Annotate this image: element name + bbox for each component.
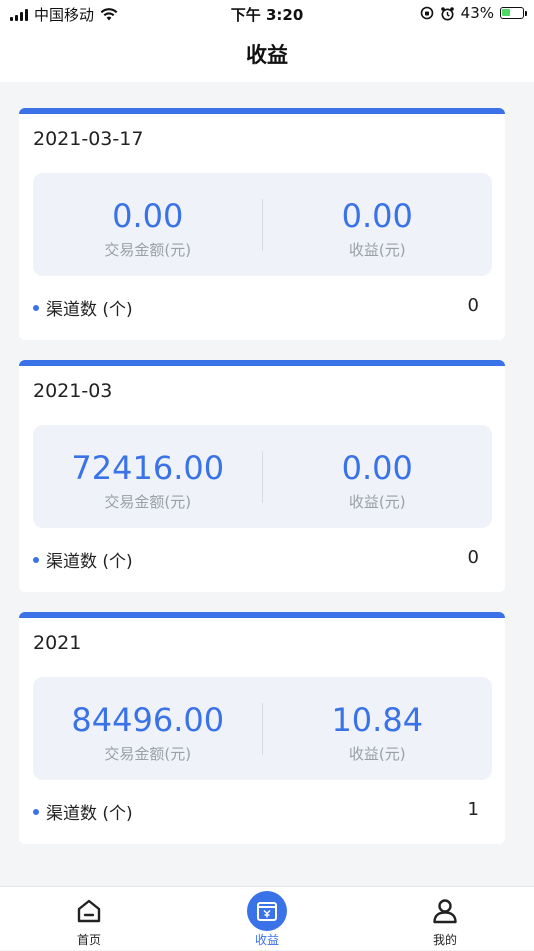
tab-home-label: 首页 xyxy=(29,931,149,948)
card-accent-bar xyxy=(19,108,505,114)
channels-row: 渠道数 (个) xyxy=(33,799,133,824)
card-stats-panel: 72416.00 交易金额(元) 0.00 收益(元) xyxy=(33,425,492,528)
card-date: 2021-03 xyxy=(33,380,112,402)
earnings-value: 10.84 xyxy=(263,701,493,739)
earnings-label: 收益(元) xyxy=(263,491,493,512)
earnings-block: 0.00 收益(元) xyxy=(263,425,493,528)
transaction-amount-block: 0.00 交易金额(元) xyxy=(33,173,263,276)
status-right: 43% xyxy=(420,4,524,22)
battery-icon xyxy=(500,7,524,19)
channels-label: 渠道数 (个) xyxy=(46,799,133,824)
earnings-block: 0.00 收益(元) xyxy=(263,173,493,276)
channels-count: 1 xyxy=(468,799,479,820)
earnings-card-month: 2021-03 72416.00 交易金额(元) 0.00 收益(元) 渠道数 … xyxy=(19,360,505,592)
channels-row: 渠道数 (个) xyxy=(33,547,133,572)
channels-count: 0 xyxy=(468,547,479,568)
card-date: 2021 xyxy=(33,632,81,654)
tab-earnings-label: 收益 xyxy=(207,931,327,948)
orientation-lock-icon xyxy=(420,6,434,20)
wallet-icon xyxy=(247,891,287,931)
tab-home[interactable]: 首页 xyxy=(29,887,149,951)
transaction-amount-label: 交易金额(元) xyxy=(33,239,263,260)
channels-row: 渠道数 (个) xyxy=(33,295,133,320)
user-icon xyxy=(431,897,459,925)
transaction-amount-value: 72416.00 xyxy=(33,449,263,487)
alarm-icon xyxy=(440,6,455,21)
tab-earnings[interactable]: 收益 xyxy=(207,887,327,951)
earnings-card-day: 2021-03-17 0.00 交易金额(元) 0.00 收益(元) 渠道数 (… xyxy=(19,108,505,340)
earnings-label: 收益(元) xyxy=(263,239,493,260)
transaction-amount-value: 0.00 xyxy=(33,197,263,235)
earnings-value: 0.00 xyxy=(263,449,493,487)
earnings-card-year: 2021 84496.00 交易金额(元) 10.84 收益(元) 渠道数 (个… xyxy=(19,612,505,844)
bullet-dot xyxy=(33,809,39,815)
card-stats-panel: 0.00 交易金额(元) 0.00 收益(元) xyxy=(33,173,492,276)
card-accent-bar xyxy=(19,612,505,618)
transaction-amount-value: 84496.00 xyxy=(33,701,263,739)
channels-label: 渠道数 (个) xyxy=(46,547,133,572)
bullet-dot xyxy=(33,305,39,311)
status-bar: 中国移动 下午 3:20 43% xyxy=(0,0,534,28)
bullet-dot xyxy=(33,557,39,563)
tab-mine-label: 我的 xyxy=(385,931,505,948)
card-stats-panel: 84496.00 交易金额(元) 10.84 收益(元) xyxy=(33,677,492,780)
transaction-amount-block: 72416.00 交易金额(元) xyxy=(33,425,263,528)
card-date: 2021-03-17 xyxy=(33,128,143,150)
card-accent-bar xyxy=(19,360,505,366)
earnings-block: 10.84 收益(元) xyxy=(263,677,493,780)
transaction-amount-label: 交易金额(元) xyxy=(33,743,263,764)
transaction-amount-label: 交易金额(元) xyxy=(33,491,263,512)
nav-bar: 收益 xyxy=(0,28,534,82)
tab-mine[interactable]: 我的 xyxy=(385,887,505,951)
page-title: 收益 xyxy=(0,28,534,82)
tab-bar: 首页 收益 我的 xyxy=(0,886,534,950)
battery-percent: 43% xyxy=(461,4,494,22)
channels-count: 0 xyxy=(468,295,479,316)
earnings-value: 0.00 xyxy=(263,197,493,235)
channels-label: 渠道数 (个) xyxy=(46,295,133,320)
earnings-label: 收益(元) xyxy=(263,743,493,764)
earnings-list: 2021-03-17 0.00 交易金额(元) 0.00 收益(元) 渠道数 (… xyxy=(19,108,505,864)
home-icon xyxy=(75,897,103,925)
transaction-amount-block: 84496.00 交易金额(元) xyxy=(33,677,263,780)
